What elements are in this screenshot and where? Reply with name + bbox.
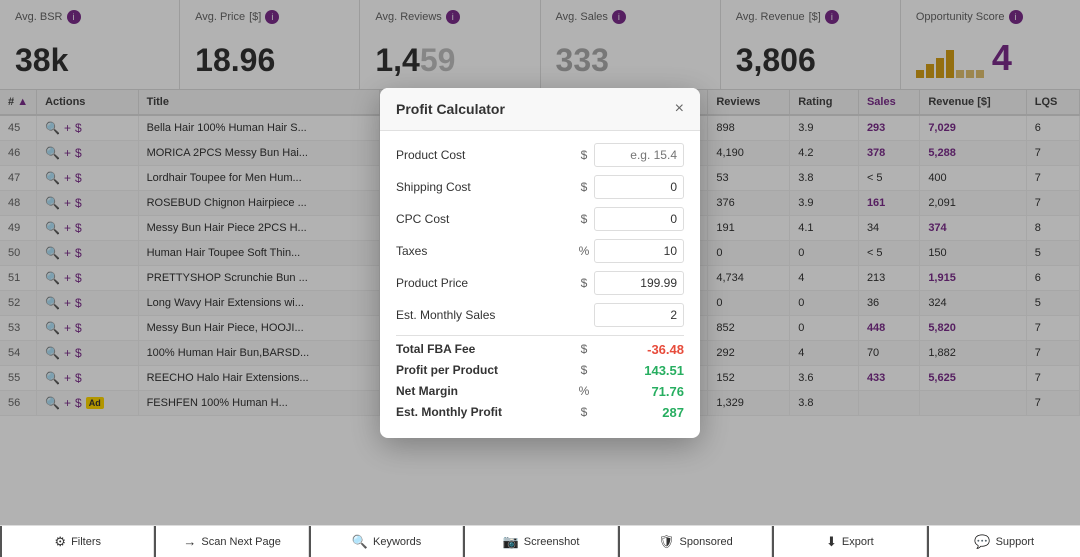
screenshot-label: Screenshot (524, 536, 580, 548)
support-icon: 💬 (974, 534, 990, 550)
calc-product-price-row: Product Price $ (396, 271, 684, 295)
scan-next-label: Scan Next Page (201, 536, 281, 548)
shipping-cost-label: Shipping Cost (396, 180, 574, 194)
net-margin-value: 71.76 (594, 384, 684, 399)
product-price-label: Product Price (396, 276, 574, 290)
est-monthly-sales-label: Est. Monthly Sales (396, 308, 574, 322)
calc-divider (396, 335, 684, 336)
calc-shipping-cost-row: Shipping Cost $ (396, 175, 684, 199)
total-fba-fee-value: -36.48 (594, 342, 684, 357)
est-monthly-sales-input[interactable] (594, 303, 684, 327)
est-monthly-profit-unit: $ (574, 405, 594, 419)
product-cost-unit: $ (574, 148, 594, 162)
export-icon: ⬇ (826, 534, 837, 550)
calc-est-monthly-sales-row: Est. Monthly Sales (396, 303, 684, 327)
modal-body: Product Cost $ Shipping Cost $ CPC Cost … (380, 131, 700, 438)
product-price-input[interactable] (594, 271, 684, 295)
net-margin-label: Net Margin (396, 384, 574, 398)
cpc-cost-input[interactable] (594, 207, 684, 231)
sponsored-icon: 🛡 (658, 534, 675, 550)
calc-cpc-cost-row: CPC Cost $ (396, 207, 684, 231)
screenshot-button[interactable]: 📷 Screenshot (463, 526, 617, 557)
product-cost-label: Product Cost (396, 148, 574, 162)
shipping-cost-input[interactable] (594, 175, 684, 199)
filters-button[interactable]: ⚙ Filters (0, 526, 154, 557)
scan-next-icon: → (183, 534, 196, 549)
sponsored-label: Sponsored (680, 536, 733, 548)
keywords-button[interactable]: 🔍 Keywords (309, 526, 463, 557)
support-label: Support (996, 536, 1035, 548)
cpc-cost-unit: $ (574, 212, 594, 226)
profit-calculator-modal: Profit Calculator × Product Cost $ Shipp… (380, 88, 700, 438)
modal-header: Profit Calculator × (380, 88, 700, 131)
net-margin-unit: % (574, 384, 594, 398)
screenshot-icon: 📷 (503, 534, 519, 550)
calc-profit-per-product-row: Profit per Product $ 143.51 (396, 363, 684, 378)
est-monthly-profit-label: Est. Monthly Profit (396, 405, 574, 419)
scan-next-page-button[interactable]: → Scan Next Page (154, 526, 308, 557)
product-price-unit: $ (574, 276, 594, 290)
cpc-cost-label: CPC Cost (396, 212, 574, 226)
calc-total-fba-fee-row: Total FBA Fee $ -36.48 (396, 342, 684, 357)
export-label: Export (842, 536, 874, 548)
total-fba-fee-unit: $ (574, 342, 594, 356)
calc-net-margin-row: Net Margin % 71.76 (396, 384, 684, 399)
shipping-cost-unit: $ (574, 180, 594, 194)
total-fba-fee-label: Total FBA Fee (396, 342, 574, 356)
calc-taxes-row: Taxes % (396, 239, 684, 263)
profit-per-product-value: 143.51 (594, 363, 684, 378)
filters-label: Filters (71, 536, 101, 548)
bottom-bar: ⚙ Filters → Scan Next Page 🔍 Keywords 📷 … (0, 525, 1080, 557)
taxes-unit: % (574, 244, 594, 258)
modal-overlay[interactable]: Profit Calculator × Product Cost $ Shipp… (0, 0, 1080, 525)
calc-product-cost-row: Product Cost $ (396, 143, 684, 167)
profit-per-product-label: Profit per Product (396, 363, 574, 377)
modal-close-button[interactable]: × (675, 100, 684, 118)
profit-per-product-unit: $ (574, 363, 594, 377)
est-monthly-profit-value: 287 (594, 405, 684, 420)
modal-title: Profit Calculator (396, 101, 505, 117)
taxes-label: Taxes (396, 244, 574, 258)
keywords-icon: 🔍 (352, 534, 368, 550)
sponsored-button[interactable]: 🛡 Sponsored (618, 526, 772, 557)
keywords-label: Keywords (373, 536, 421, 548)
product-cost-input[interactable] (594, 143, 684, 167)
support-button[interactable]: 💬 Support (927, 526, 1080, 557)
calc-est-monthly-profit-row: Est. Monthly Profit $ 287 (396, 405, 684, 420)
export-button[interactable]: ⬇ Export (772, 526, 926, 557)
taxes-input[interactable] (594, 239, 684, 263)
filters-icon: ⚙ (54, 534, 66, 550)
